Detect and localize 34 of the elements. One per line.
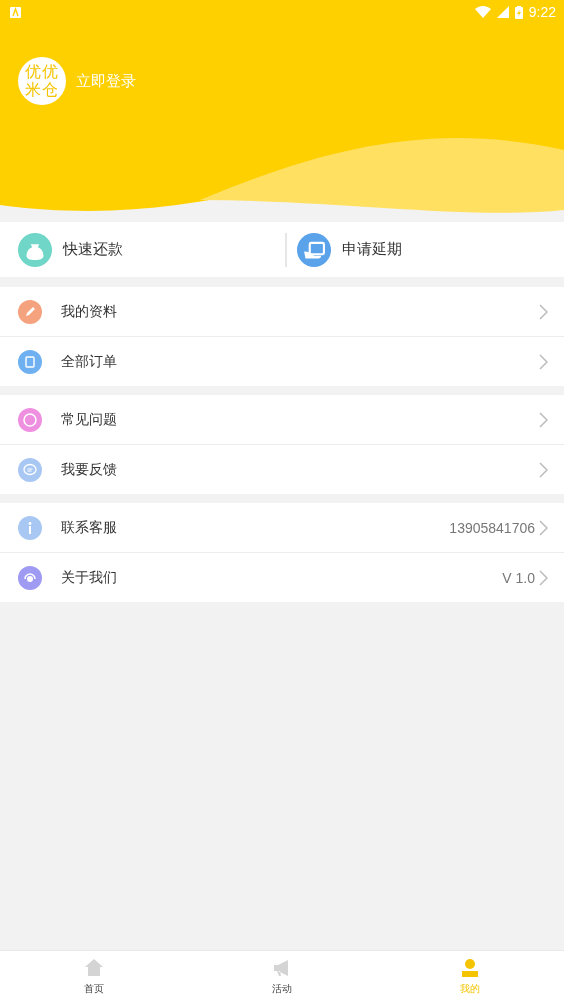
- tab[interactable]: 首页: [0, 951, 188, 1002]
- person-icon: [459, 957, 481, 979]
- menu-label: 全部订单: [61, 352, 118, 371]
- menu-row[interactable]: 我的资料: [0, 287, 564, 336]
- tab-label: 活动: [272, 982, 292, 996]
- menu-value: 13905841706: [449, 519, 535, 536]
- menu-row[interactable]: 联系客服 13905841706: [0, 503, 564, 552]
- signal-icon: [496, 6, 509, 18]
- menu-label: 我要反馈: [61, 460, 118, 479]
- tab-label: 首页: [84, 982, 104, 996]
- wifi-icon: [474, 6, 491, 18]
- menu-row[interactable]: 全部订单: [0, 336, 564, 386]
- menu-value: V 1.0: [502, 569, 535, 586]
- quick-action-label[interactable]: 快速还款: [63, 240, 123, 259]
- house-icon: [83, 957, 105, 979]
- menu-label: 关于我们: [61, 568, 118, 587]
- tab-label: 我的: [460, 982, 480, 996]
- menu-label: 我的资料: [61, 302, 118, 321]
- chevron-icon: [539, 353, 548, 370]
- chevron-icon: [539, 569, 548, 586]
- menu-row[interactable]: 关于我们 V 1.0: [0, 552, 564, 602]
- menu-label: 常见问题: [61, 410, 118, 429]
- chevron-icon: [539, 519, 548, 536]
- menu-row[interactable]: 常见问题: [0, 395, 564, 444]
- chevron-icon: [539, 303, 548, 320]
- notification-icon: [10, 6, 21, 18]
- chevron-icon: [539, 411, 548, 428]
- battery-icon: [514, 5, 523, 19]
- menu-row[interactable]: 我要反馈: [0, 444, 564, 494]
- menu-label: 联系客服: [61, 518, 118, 537]
- chevron-icon: [539, 461, 548, 478]
- tab[interactable]: 活动: [188, 951, 376, 1002]
- quick-action-label[interactable]: 申请延期: [342, 240, 402, 259]
- status-time: 9:22: [528, 4, 556, 20]
